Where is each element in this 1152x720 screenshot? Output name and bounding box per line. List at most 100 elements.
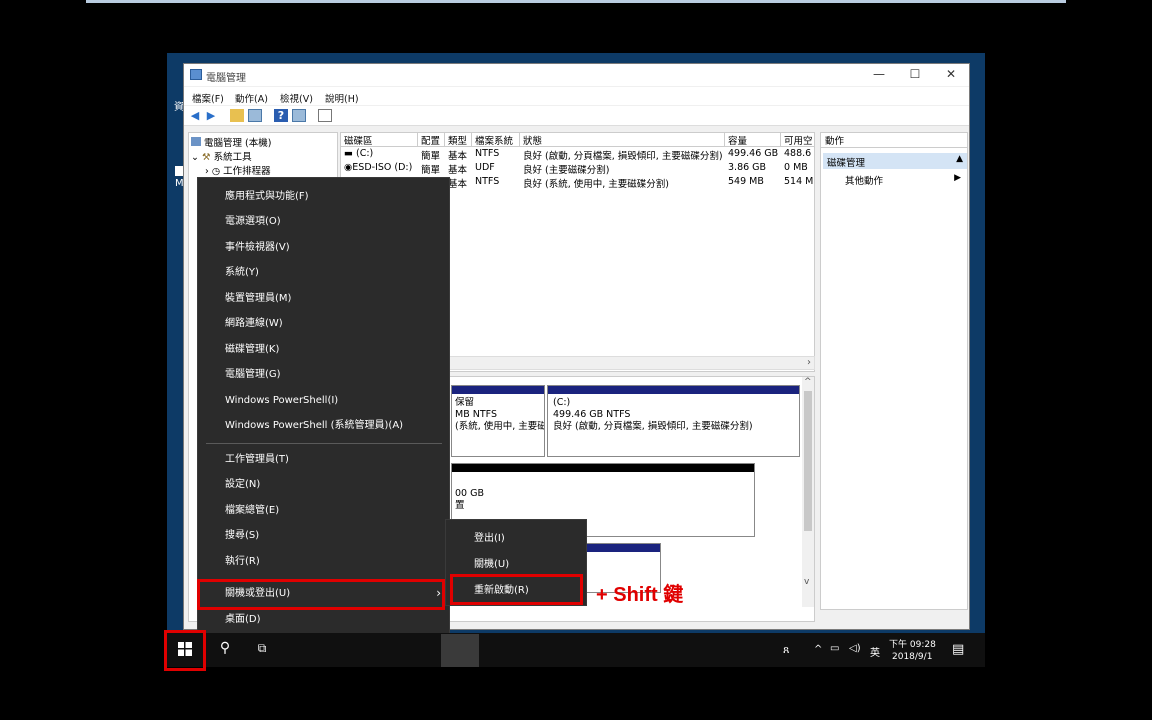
tree-system-tools[interactable]: ⌄ ⚒ 系統工具 (191, 149, 252, 163)
expand-chevron-icon[interactable]: › (205, 166, 209, 177)
capacity-cell: 549 MB (728, 176, 764, 187)
scroll-up-icon[interactable]: ^ (804, 377, 812, 387)
volume-cell: ▬ (C:) (341, 148, 418, 162)
collapse-arrow-icon[interactable]: ▲ (956, 154, 963, 164)
help-icon[interactable]: ? (274, 109, 288, 122)
menu-desktop[interactable]: 桌面(D) (198, 607, 449, 632)
menu-powershell[interactable]: Windows PowerShell(I) (198, 388, 449, 413)
menu-file[interactable]: 檔案(F) (192, 91, 224, 105)
more-actions-label: 其他動作 (845, 176, 884, 187)
partition-size: 499.46 GB NTFS (553, 409, 631, 420)
layout-cell: 簡單 (421, 165, 441, 176)
filesystem-cell: NTFS (475, 176, 500, 187)
column-header-volume[interactable]: 磁碟區 (341, 133, 418, 147)
menu-bar: 檔案(F) 動作(A) 檢視(V) 說明(H) (184, 87, 969, 105)
free-cell: 488.6 (784, 148, 812, 159)
scrollbar-thumb[interactable] (804, 391, 812, 531)
volume-name: (C:) (356, 148, 374, 159)
ime-indicator[interactable]: 英 (870, 644, 880, 659)
column-header-free[interactable]: 可用空 (781, 133, 814, 147)
clock-icon: ◷ (211, 166, 221, 177)
scroll-right-icon[interactable]: › (807, 357, 811, 368)
type-cell: 基本 (448, 151, 468, 162)
partition-bar (452, 386, 544, 394)
menu-network-connections[interactable]: 網路連線(W) (198, 311, 449, 336)
task-view-icon[interactable]: ⧉ (253, 641, 271, 659)
table-row[interactable]: ◉ESD-ISO (D:) 簡單 基本 UDF 良好 (主要磁碟分割) 3.86… (341, 162, 814, 176)
show-hide-tree-icon[interactable] (248, 109, 262, 122)
menu-view[interactable]: 檢視(V) (280, 91, 313, 105)
menu-settings[interactable]: 設定(N) (198, 472, 449, 497)
menu-search[interactable]: 搜尋(S) (198, 523, 449, 548)
taskbar-app-computer-management[interactable] (441, 634, 479, 667)
status-cell: 良好 (系統, 使用中, 主要磁碟分割) (523, 179, 670, 190)
menu-apps-features[interactable]: 應用程式與功能(F) (198, 184, 449, 209)
free-cell: 0 MB (784, 162, 808, 173)
column-header-status[interactable]: 狀態 (520, 133, 725, 147)
actions-group-label: 磁碟管理 (827, 158, 866, 169)
network-icon[interactable]: ▭ (830, 643, 839, 654)
up-folder-icon[interactable] (230, 109, 244, 122)
tree-root[interactable]: 電腦管理 (本機) (191, 135, 271, 149)
scroll-down-icon[interactable]: v (804, 577, 809, 587)
menu-power-options[interactable]: 電源選項(O) (198, 209, 449, 234)
menu-computer-management[interactable]: 電腦管理(G) (198, 362, 449, 387)
collapse-chevron-icon[interactable]: ⌄ (191, 152, 199, 163)
menu-run[interactable]: 執行(R) (198, 549, 449, 574)
action-center-icon[interactable]: ▤ (952, 642, 964, 657)
actions-pane: 動作 磁碟管理 ▲ 其他動作 ▶ (820, 132, 968, 610)
c-drive-partition[interactable]: (C:) 499.46 GB NTFS 良好 (啟動, 分頁檔案, 損毀傾印, … (547, 385, 800, 457)
capacity-cell: 499.46 GB (728, 148, 779, 159)
menu-device-manager[interactable]: 裝置管理員(M) (198, 286, 449, 311)
clock-time[interactable]: 下午 09:28 (889, 637, 936, 650)
menu-action[interactable]: 動作(A) (235, 91, 268, 105)
computer-management-icon (190, 69, 202, 80)
type-cell: 基本 (448, 165, 468, 176)
menu-powershell-admin[interactable]: Windows PowerShell (系統管理員)(A) (198, 413, 449, 438)
menu-separator (206, 443, 442, 444)
partition-status: (系統, 使用中, 主要磁 (455, 421, 544, 432)
status-cell: 良好 (啟動, 分頁檔案, 損毀傾印, 主要磁碟分割) (523, 151, 723, 162)
menu-task-manager[interactable]: 工作管理員(T) (198, 447, 449, 472)
clock-date[interactable]: 2018/9/1 (892, 652, 932, 662)
actions-group-disk-management[interactable]: 磁碟管理 ▲ (823, 153, 967, 169)
minimize-button[interactable]: — (864, 67, 894, 83)
title-bar: 電腦管理 — ☐ ✕ (184, 64, 969, 86)
submenu-signout[interactable]: 登出(I) (446, 526, 586, 551)
tools-icon: ⚒ (202, 152, 211, 163)
more-actions-item[interactable]: 其他動作 ▶ (821, 173, 967, 189)
reserved-partition[interactable]: 保留 MB NTFS (系統, 使用中, 主要磁 (451, 385, 545, 457)
partition-size: MB NTFS (455, 409, 497, 420)
search-icon[interactable]: ⚲ (216, 640, 234, 658)
menu-system[interactable]: 系統(Y) (198, 260, 449, 285)
close-button[interactable]: ✕ (936, 67, 966, 83)
menu-file-explorer[interactable]: 檔案總管(E) (198, 498, 449, 523)
tree-task-scheduler-label: 工作排程器 (223, 166, 271, 177)
table-row[interactable]: ▬ (C:) 簡單 基本 NTFS 良好 (啟動, 分頁檔案, 損毀傾印, 主要… (341, 148, 814, 162)
volume-name: ESD-ISO (D:) (352, 162, 413, 173)
column-header-type[interactable]: 類型 (445, 133, 472, 147)
back-arrow-icon[interactable]: ◀ (188, 109, 202, 122)
tree-task-scheduler[interactable]: › ◷ 工作排程器 (205, 163, 271, 177)
winx-menu: 應用程式與功能(F) 電源選項(O) 事件檢視器(V) 系統(Y) 裝置管理員(… (197, 177, 450, 639)
vertical-scrollbar[interactable]: ^ v (802, 377, 814, 607)
maximize-button[interactable]: ☐ (900, 67, 930, 83)
console-icon[interactable] (318, 109, 332, 122)
layout-cell: 簡單 (421, 151, 441, 162)
forward-arrow-icon[interactable]: ▶ (204, 109, 218, 122)
show-hidden-icons-chevron-icon[interactable]: ^ (814, 644, 822, 655)
people-icon[interactable]: ጸ (783, 643, 789, 657)
volume-icon[interactable]: ◁) (849, 643, 861, 654)
highlight-start-button-box (164, 630, 206, 671)
capacity-cell: 3.86 GB (728, 162, 767, 173)
partition-status: 良好 (啟動, 分頁檔案, 損毀傾印, 主要磁碟分割) (553, 421, 753, 432)
desktop-icon[interactable] (175, 166, 183, 176)
column-header-filesystem[interactable]: 檔案系統 (472, 133, 520, 147)
free-cell: 514 M (784, 176, 814, 187)
menu-help[interactable]: 說明(H) (325, 91, 359, 105)
column-header-layout[interactable]: 配置 (418, 133, 445, 147)
menu-disk-management[interactable]: 磁碟管理(K) (198, 337, 449, 362)
column-header-capacity[interactable]: 容量 (725, 133, 781, 147)
properties-icon[interactable] (292, 109, 306, 122)
menu-event-viewer[interactable]: 事件檢視器(V) (198, 235, 449, 260)
